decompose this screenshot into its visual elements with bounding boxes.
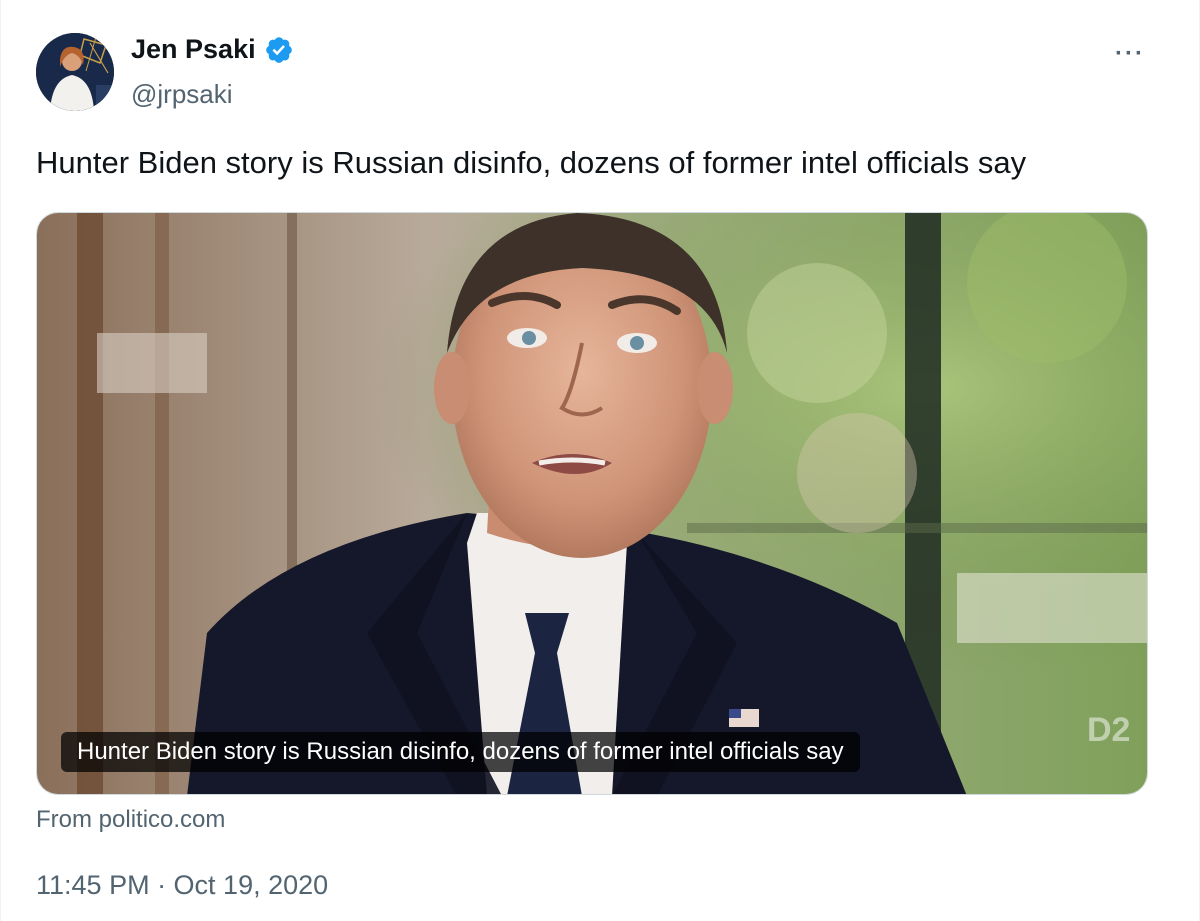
avatar-image <box>36 33 114 111</box>
author-name[interactable]: Jen Psaki <box>131 34 256 65</box>
card-image: D2 <box>37 213 1147 794</box>
card-headline: Hunter Biden story is Russian disinfo, d… <box>61 732 860 772</box>
tweet-timestamp[interactable]: 11:45 PM · Oct 19, 2020 <box>36 870 328 901</box>
author-row: Jen Psaki <box>131 34 294 65</box>
card-source[interactable]: From politico.com <box>36 806 225 834</box>
link-card-media[interactable]: D2 Hunter Biden story is Russian disinfo… <box>36 212 1148 795</box>
verified-badge-icon <box>265 36 292 63</box>
tweet-text: Hunter Biden story is Russian disinfo, d… <box>36 145 1027 180</box>
tweet: Jen Psaki @jrpsaki ··· Hunter Biden stor… <box>0 0 1200 921</box>
more-options-button[interactable]: ··· <box>1115 40 1145 68</box>
author-handle[interactable]: @jrpsaki <box>131 79 233 110</box>
avatar[interactable] <box>36 33 114 111</box>
more-horizontal-icon: ··· <box>1115 40 1145 67</box>
svg-text:D2: D2 <box>1087 711 1130 749</box>
